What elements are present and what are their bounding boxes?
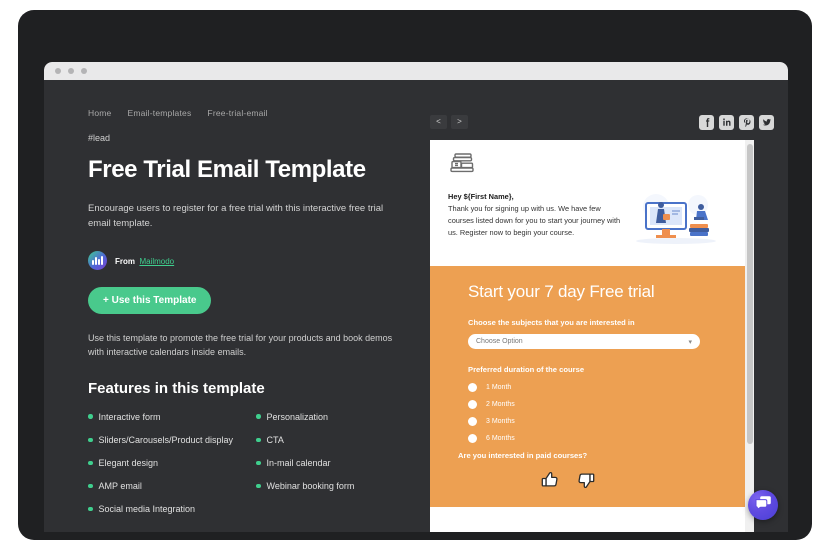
from-brand-link[interactable]: Mailmodo [139, 257, 174, 266]
paid-courses-question: Are you interested in paid courses? [458, 451, 588, 460]
feature-label: AMP email [98, 481, 142, 492]
feedback-thumbs-row [430, 470, 745, 493]
bullet-dot-icon [256, 460, 261, 466]
from-row: From Mailmodo [88, 249, 422, 271]
twitter-icon[interactable] [759, 114, 774, 130]
thumbs-up-icon[interactable] [540, 470, 560, 493]
feature-label: In-mail calendar [266, 458, 331, 469]
email-content: Hey ${First Name}, Thank you for signing… [430, 140, 745, 507]
duration-radio-option[interactable]: 3 Months [468, 417, 745, 426]
browser-window: Home Email-templates Free-trial-email #l… [44, 62, 788, 532]
template-details-panel: Home Email-templates Free-trial-email #l… [44, 80, 422, 532]
bullet-dot-icon [88, 460, 93, 466]
chevron-down-icon: ▾ [688, 338, 692, 346]
bullet-dot-icon [256, 437, 261, 443]
from-label: From [115, 257, 135, 267]
mailmodo-logo-icon [88, 250, 107, 270]
features-grid: Interactive form Sliders/Carousels/Produ… [88, 411, 422, 527]
features-column-left: Interactive form Sliders/Carousels/Produ… [88, 411, 238, 527]
feature-item: Personalization [256, 411, 406, 423]
duration-option-label: 6 Months [486, 435, 515, 442]
browser-titlebar [44, 62, 788, 80]
feature-item: AMP email [88, 480, 238, 492]
stacked-books-icon [430, 140, 745, 183]
bullet-dot-icon [88, 483, 93, 489]
previous-template-button[interactable]: < [430, 115, 447, 129]
window-dot-maximize[interactable] [81, 68, 87, 74]
page-body: Home Email-templates Free-trial-email #l… [44, 80, 788, 532]
feature-item: Sliders/Carousels/Product display [88, 434, 238, 446]
bullet-dot-icon [88, 506, 93, 512]
radio-button-icon[interactable] [468, 383, 477, 392]
thumbs-down-icon[interactable] [576, 470, 596, 493]
breadcrumb-item-home[interactable]: Home [88, 108, 111, 118]
promo-text: Use this template to promote the free tr… [88, 333, 393, 357]
subjects-select[interactable]: Choose Option ▾ [468, 334, 700, 349]
chat-bubble-icon [755, 495, 772, 515]
page-description: Encourage users to register for a free t… [88, 203, 384, 229]
feature-label: Sliders/Carousels/Product display [98, 435, 234, 446]
email-preview-panel: < > Hey ${First Name}, Thank you for sig… [422, 80, 788, 532]
use-template-button[interactable]: + Use this Template [88, 287, 212, 315]
features-heading: Features in this template [88, 379, 265, 397]
duration-radio-group: 1 Month 2 Months 3 Months 6 Months [430, 383, 745, 443]
feature-item: Interactive form [88, 411, 238, 423]
pinterest-icon[interactable] [739, 114, 754, 130]
window-dot-minimize[interactable] [68, 68, 74, 74]
email-greeting-text: Hey ${First Name}, Thank you for signing… [448, 191, 626, 252]
preview-nav-arrows: < > [430, 115, 468, 129]
radio-button-icon[interactable] [468, 400, 477, 409]
template-tag: #lead [88, 133, 111, 143]
feature-label: Elegant design [98, 458, 159, 469]
facebook-icon[interactable] [699, 114, 714, 130]
duration-radio-option[interactable]: 6 Months [468, 434, 745, 443]
feature-label: Webinar booking form [266, 481, 355, 492]
features-column-right: Personalization CTA In-mail calendar Web… [256, 411, 406, 527]
social-share-row [699, 114, 774, 130]
page-title: Free Trial Email Template [88, 156, 366, 183]
scrollbar-thumb[interactable] [746, 144, 753, 444]
feature-item: CTA [256, 434, 406, 446]
feature-item: Webinar booking form [256, 480, 406, 492]
subjects-field-label: Choose the subjects that you are interes… [468, 318, 635, 327]
feature-label: Social media Integration [98, 504, 196, 515]
radio-button-icon[interactable] [468, 434, 477, 443]
duration-field-label: Preferred duration of the course [468, 365, 585, 374]
feature-item: Social media Integration [88, 503, 238, 515]
feature-item: Elegant design [88, 457, 238, 469]
bullet-dot-icon [88, 437, 93, 443]
email-body-text: Thank you for signing up with us. We hav… [448, 203, 621, 237]
duration-radio-option[interactable]: 2 Months [468, 400, 745, 409]
feature-label: Interactive form [98, 411, 161, 422]
feature-label: CTA [266, 435, 284, 446]
subjects-select-value: Choose Option [476, 338, 523, 345]
feature-label: Personalization [266, 411, 329, 422]
bullet-dot-icon [88, 414, 93, 419]
online-learning-illustration [632, 191, 720, 252]
radio-button-icon[interactable] [468, 417, 477, 426]
feature-item: In-mail calendar [256, 457, 406, 469]
chat-widget-button[interactable] [748, 490, 778, 520]
duration-option-label: 3 Months [486, 418, 515, 425]
next-template-button[interactable]: > [451, 115, 468, 129]
window-dot-close[interactable] [55, 68, 61, 74]
email-greeting-block: Hey ${First Name}, Thank you for signing… [430, 183, 745, 266]
email-greeting-line: Hey ${First Name}, [448, 192, 514, 201]
breadcrumb: Home Email-templates Free-trial-email [88, 108, 422, 118]
email-preview-scrollbar[interactable] [745, 140, 754, 532]
free-trial-form-panel: Start your 7 day Free trial Choose the s… [430, 266, 745, 507]
free-trial-heading: Start your 7 day Free trial [468, 282, 655, 301]
bullet-dot-icon [256, 414, 261, 419]
breadcrumb-item-free-trial-email[interactable]: Free-trial-email [207, 108, 267, 118]
linkedin-icon[interactable] [719, 114, 734, 130]
breadcrumb-item-email-templates[interactable]: Email-templates [127, 108, 191, 118]
duration-option-label: 1 Month [486, 384, 512, 391]
duration-radio-option[interactable]: 1 Month [468, 383, 745, 392]
duration-option-label: 2 Months [486, 401, 515, 408]
preview-toolbar: < > [422, 108, 788, 136]
bullet-dot-icon [256, 483, 261, 489]
email-preview-frame: Hey ${First Name}, Thank you for signing… [430, 140, 754, 532]
